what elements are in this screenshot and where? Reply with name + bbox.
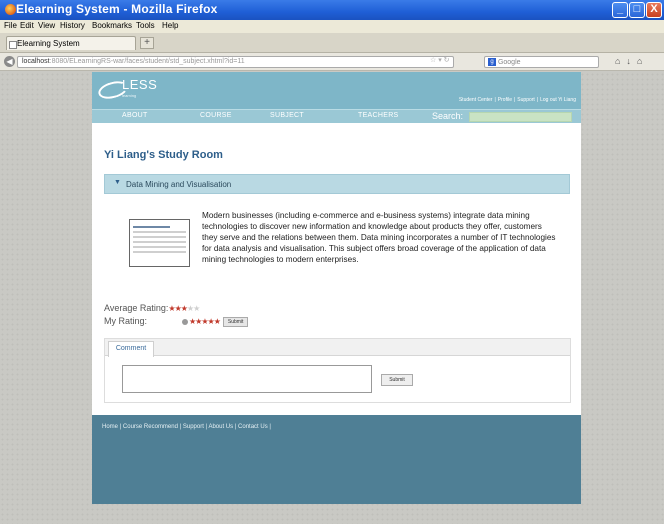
new-tab-button[interactable]: + [140, 37, 154, 49]
subject-title: Data Mining and Visualisation [126, 180, 232, 189]
site-nav: ABOUT COURSE SUBJECT TEACHERS Search: [92, 109, 581, 123]
average-rating-row: Average Rating:★★★★★ [104, 303, 200, 313]
nav-course[interactable]: COURSE [200, 112, 232, 119]
site-search-input[interactable] [469, 112, 572, 122]
google-icon: g [488, 58, 496, 66]
menu-bar: File Edit View History Bookmarks Tools H… [0, 20, 664, 33]
site-header: LESS learning Student Center | Profile | Sup… [92, 72, 581, 109]
comment-submit-button[interactable]: Submit [381, 374, 413, 386]
site-search-label: Search: [432, 111, 464, 121]
logout-link[interactable]: Log out Yi Liang [540, 97, 576, 103]
footer-home-link[interactable]: Home [102, 424, 118, 430]
nav-subject[interactable]: SUBJECT [270, 112, 304, 119]
window-title: Elearning System - Mozilla Firefox [16, 2, 218, 16]
rating-submit-button[interactable]: Submit [222, 316, 249, 327]
maximize-button[interactable]: □ [629, 2, 645, 18]
footer-links: Home | Course Recommend | Support | Abou… [102, 424, 271, 430]
navigation-bar: ◀ localhost:8080/ELearningRS-war/faces/s… [0, 53, 664, 71]
window-title-bar: Elearning System - Mozilla Firefox _ □ X [0, 0, 664, 20]
url-host: localhost [22, 58, 50, 65]
menu-edit[interactable]: Edit [20, 21, 34, 30]
collapse-arrow-icon: ▼ [114, 179, 121, 186]
minimize-button[interactable]: _ [612, 2, 628, 18]
toolbar-icons[interactable]: ⌂↓⌂ [615, 56, 648, 66]
menu-tools[interactable]: Tools [136, 21, 155, 30]
reload-icon[interactable]: ☆ ▾ ↻ [430, 56, 450, 64]
site-logo-subtitle: learning [122, 93, 137, 98]
subject-description: Modern businesses (including e-commerce … [202, 211, 556, 264]
footer-course-recommend-link[interactable]: Course Recommend [123, 424, 178, 430]
clear-rating-icon[interactable] [182, 318, 188, 325]
menu-history[interactable]: History [60, 21, 85, 30]
search-input[interactable]: g Google [484, 56, 599, 68]
menu-bookmarks[interactable]: Bookmarks [92, 21, 132, 30]
close-button[interactable]: X [646, 2, 662, 18]
footer-support-link[interactable]: Support [183, 424, 204, 430]
page-title: Yi Liang's Study Room [104, 149, 223, 161]
subject-accordion-header[interactable]: ▼ Data Mining and Visualisation [104, 174, 570, 194]
subject-thumbnail [129, 219, 190, 267]
browser-tab[interactable]: Elearning System [6, 36, 136, 50]
back-icon[interactable]: ◀ [4, 56, 15, 67]
website: LESS learning Student Center | Profile | Sup… [92, 72, 581, 504]
star-icon[interactable]: ★ [214, 317, 221, 326]
menu-help[interactable]: Help [162, 21, 178, 30]
address-bar[interactable]: localhost:8080/ELearningRS-war/faces/stu… [17, 56, 454, 68]
site-logo[interactable]: LESS [122, 77, 157, 92]
nav-about[interactable]: ABOUT [122, 112, 148, 119]
firefox-icon [5, 4, 16, 15]
footer-about-link[interactable]: About Us [208, 424, 233, 430]
my-rating-label: My Rating: [104, 316, 148, 326]
account-links: Student Center | Profile | Support | Log out Y… [458, 97, 576, 103]
comment-tab-strip: Comment [105, 339, 570, 357]
search-placeholder: Google [497, 58, 521, 66]
support-link[interactable]: Support [517, 97, 535, 103]
comment-panel: Comment Submit [104, 338, 571, 403]
tab-strip: Elearning System + [0, 33, 664, 53]
nav-teachers[interactable]: TEACHERS [358, 112, 399, 119]
tab-comment[interactable]: Comment [108, 341, 154, 357]
comment-textarea[interactable] [122, 365, 372, 393]
menu-view[interactable]: View [38, 21, 55, 30]
student-center-link[interactable]: Student Center [459, 97, 493, 103]
average-rating-label: Average Rating: [104, 303, 169, 313]
site-footer: Home | Course Recommend | Support | Abou… [92, 415, 581, 504]
star-icon: ★ [193, 304, 200, 313]
url-path: :8080/ELearningRS-war/faces/student/std_… [49, 58, 245, 65]
menu-file[interactable]: File [4, 21, 17, 30]
my-rating-row: My Rating: ★★★★★ Submit [104, 316, 249, 327]
footer-contact-link[interactable]: Contact Us [238, 424, 268, 430]
profile-link[interactable]: Profile [498, 97, 512, 103]
my-rating-stars[interactable]: ★★★★★ [189, 316, 221, 326]
average-rating-stars: ★★★★★ [168, 303, 200, 313]
